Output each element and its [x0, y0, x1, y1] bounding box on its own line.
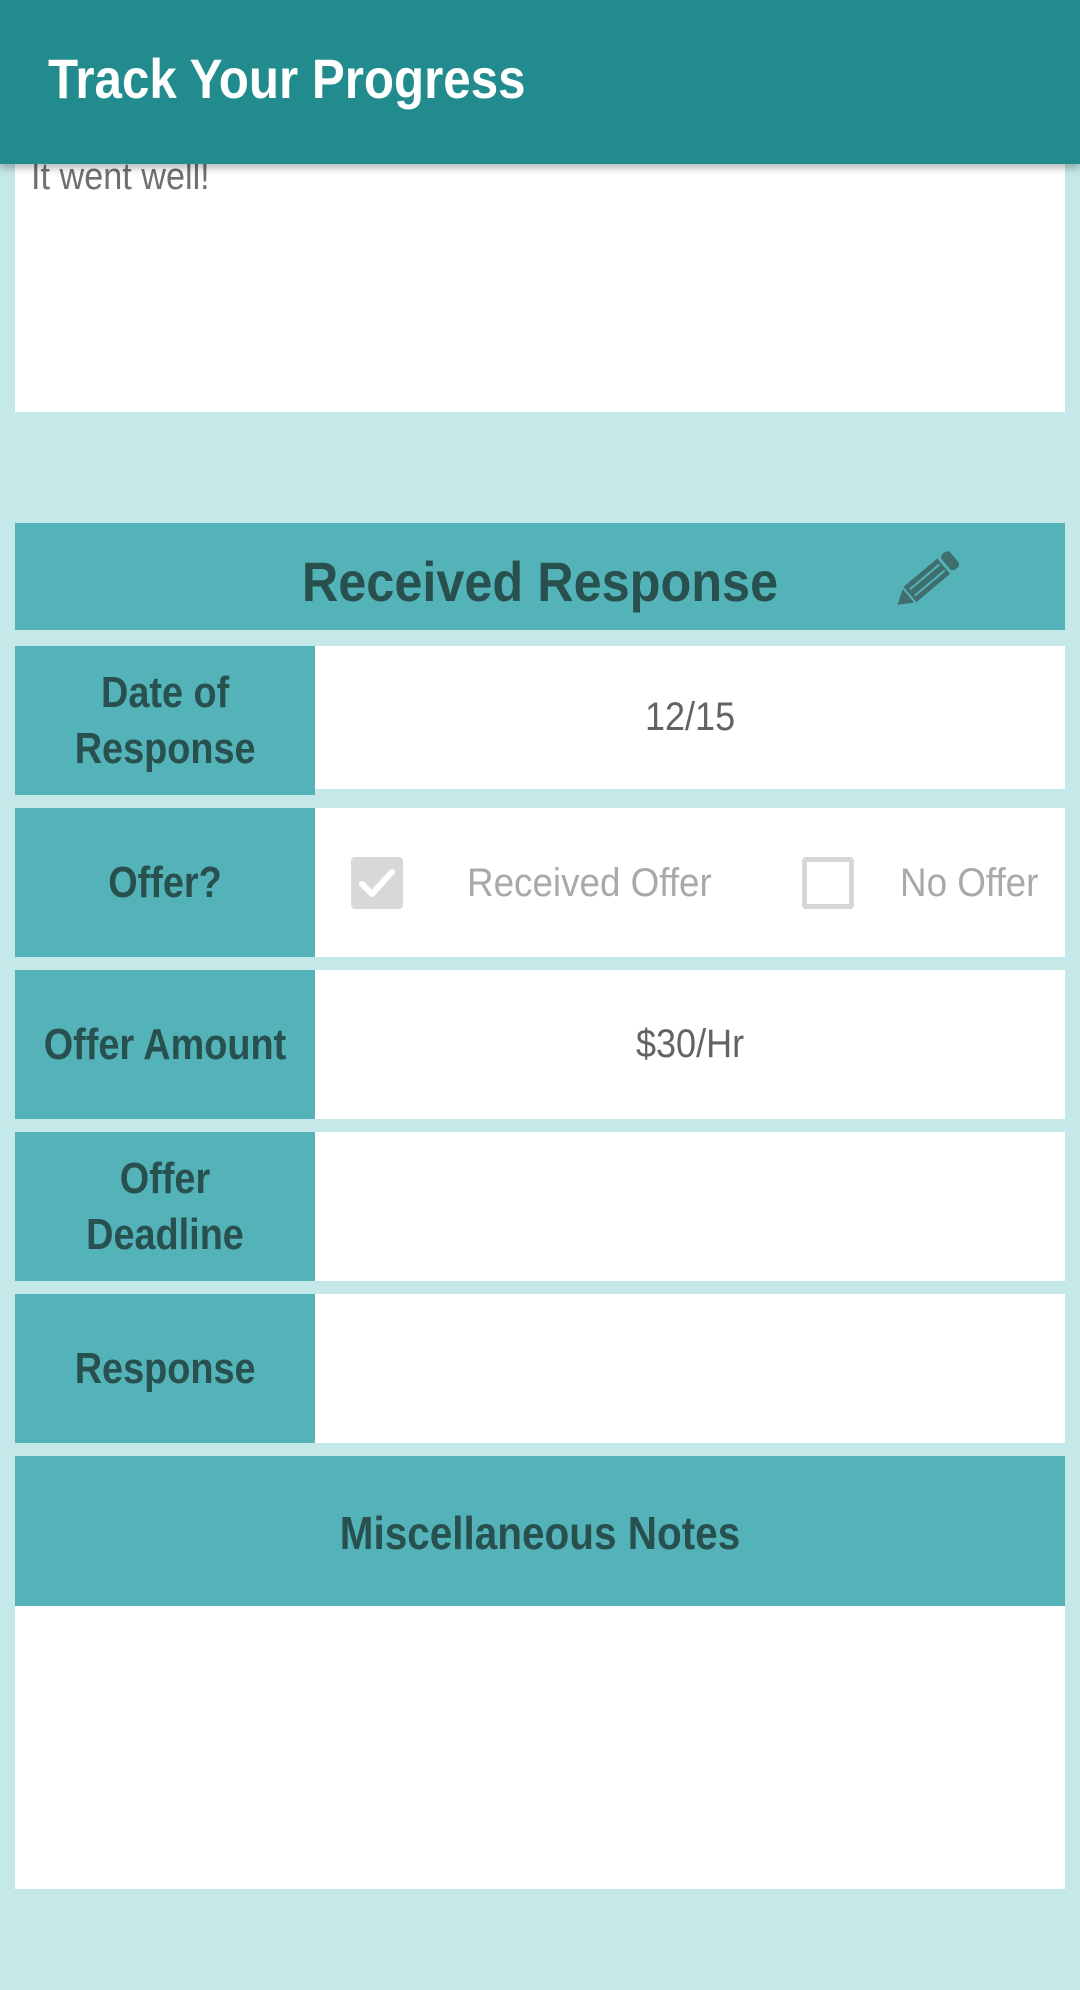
- received-offer-label[interactable]: Received Offer: [467, 857, 712, 909]
- no-offer-label[interactable]: No Offer: [900, 857, 1038, 909]
- offer-label: Offer?: [108, 857, 222, 907]
- misc-notes-field[interactable]: [15, 1606, 1065, 1889]
- date-of-response-value: 12/15: [644, 695, 736, 739]
- offer-deadline-label-cell: Offer Deadline: [15, 1132, 315, 1281]
- offer-deadline-label: Offer Deadline: [86, 1153, 244, 1259]
- response-label: Response: [74, 1343, 256, 1393]
- offer-label-cell: Offer?: [15, 808, 315, 957]
- received-response-title: Received Response: [301, 550, 779, 613]
- offer-row: Offer? Received Offer No Offer: [15, 808, 1065, 957]
- response-label-cell: Response: [15, 1294, 315, 1443]
- offer-amount-row: Offer Amount $30/Hr: [15, 970, 1065, 1119]
- offer-amount-field[interactable]: $30/Hr: [315, 970, 1065, 1119]
- page-title: Track Your Progress: [48, 47, 526, 110]
- check-icon: [359, 868, 395, 897]
- date-of-response-field[interactable]: 12/15: [315, 646, 1065, 789]
- date-of-response-row: Date of Response 12/15: [15, 646, 1065, 795]
- app-bar: Track Your Progress: [0, 0, 1080, 164]
- interview-notes-field[interactable]: It went well!: [15, 150, 1065, 412]
- pencil-icon[interactable]: [881, 539, 971, 623]
- response-row: Response: [15, 1294, 1065, 1443]
- received-response-header: Received Response: [15, 523, 1065, 630]
- misc-notes-header: Miscellaneous Notes: [15, 1456, 1065, 1606]
- date-of-response-label-cell: Date of Response: [15, 646, 315, 795]
- offer-amount-label-cell: Offer Amount: [15, 970, 315, 1119]
- offer-deadline-field[interactable]: [315, 1132, 1065, 1281]
- offer-amount-value: $30/Hr: [635, 1022, 745, 1066]
- offer-amount-label: Offer Amount: [43, 1019, 287, 1069]
- received-offer-checkbox[interactable]: [351, 856, 403, 909]
- offer-deadline-row: Offer Deadline: [15, 1132, 1065, 1281]
- response-field[interactable]: [315, 1294, 1065, 1443]
- no-offer-checkbox[interactable]: [802, 856, 854, 909]
- misc-notes-title: Miscellaneous Notes: [339, 1507, 741, 1559]
- date-of-response-label: Date of Response: [74, 667, 256, 773]
- offer-options: Received Offer No Offer: [315, 808, 1065, 957]
